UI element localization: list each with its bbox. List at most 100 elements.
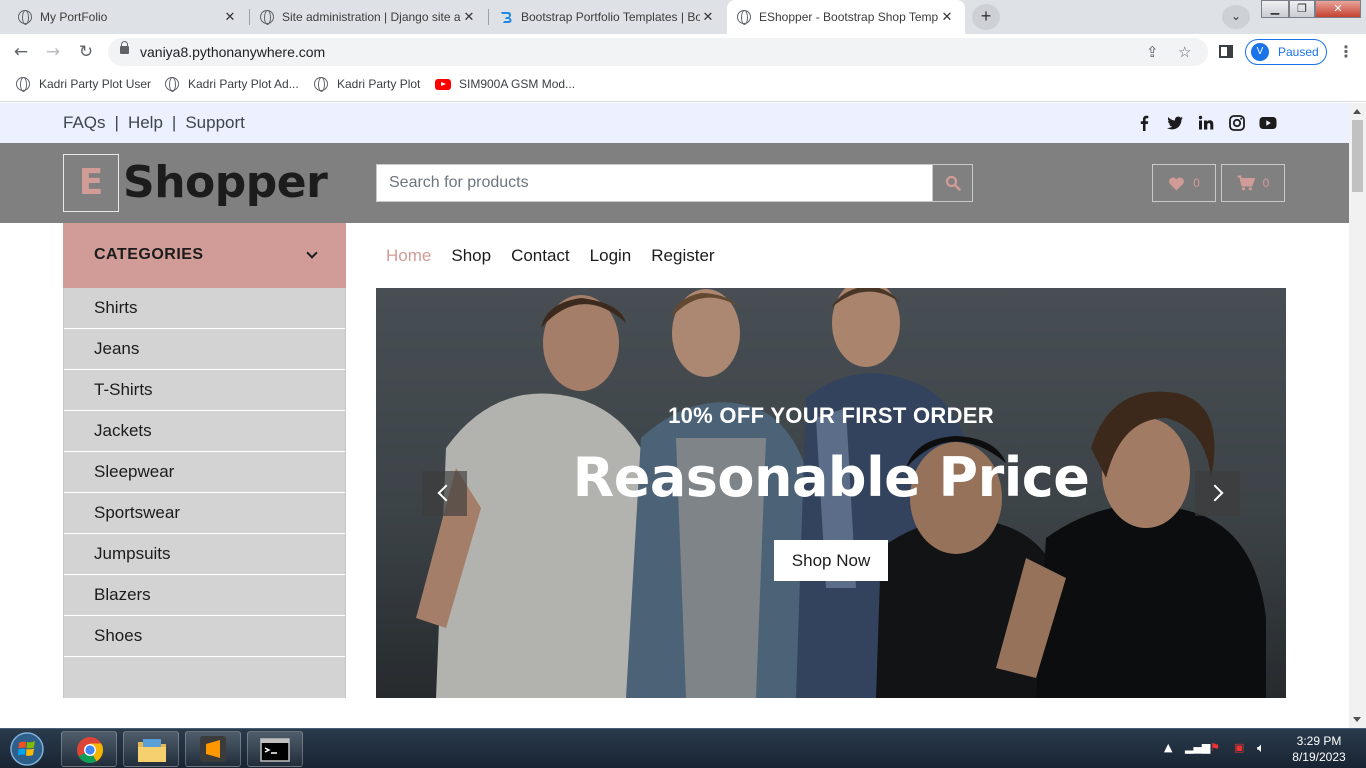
bookmark-item[interactable]: Kadri Party Plot Ad... [165,77,299,92]
top-links: FAQs | Help | Support [63,113,245,133]
category-item[interactable]: Sleepwear [64,452,345,493]
page-scrollbar[interactable] [1349,103,1366,728]
wishlist-button[interactable]: 0 [1152,164,1216,202]
search-input[interactable] [377,165,933,201]
url-text[interactable]: vaniya8.pythonanywhere.com [140,44,325,60]
twitter-icon[interactable] [1166,114,1184,132]
tab-title: My PortFolio [40,10,108,24]
cart-button[interactable]: 0 [1221,164,1285,202]
faqs-link[interactable]: FAQs [63,113,106,133]
category-item[interactable]: Sportswear [64,493,345,534]
taskbar-explorer[interactable] [123,731,179,767]
category-item[interactable]: Jumpsuits [64,534,345,575]
category-item[interactable]: Shoes [64,616,345,657]
profile-button[interactable]: V Paused [1245,39,1327,65]
address-bar[interactable]: vaniya8.pythonanywhere.com ⇪ ☆ [108,38,1208,66]
youtube-icon[interactable] [1259,114,1277,132]
taskbar-cmd[interactable] [247,731,303,767]
category-item[interactable]: Shirts [64,288,345,329]
support-link[interactable]: Support [185,113,245,133]
menu-kebab-icon[interactable]: ⋮ [1338,42,1354,61]
chevron-left-icon [437,484,455,502]
chevron-down-icon [306,247,318,259]
wishlist-count: 0 [1193,176,1200,190]
reload-button[interactable]: ↻ [75,41,97,63]
show-hidden-icons[interactable]: ▲ [1164,741,1172,754]
search-button[interactable] [932,165,972,201]
bookmark-star-icon[interactable]: ☆ [1178,43,1191,61]
scroll-up-icon[interactable] [1353,109,1361,114]
hero-carousel: 10% OFF YOUR FIRST ORDER Reasonable Pric… [376,288,1286,698]
divider: | [171,113,177,132]
logo-text[interactable]: Shopper [123,157,328,208]
taskbar-chrome[interactable] [61,731,117,767]
bookmarks-bar: Kadri Party Plot User Kadri Party Plot A… [0,70,1366,102]
chrome-icon [77,737,104,764]
action-center-icon[interactable]: ⚑ [1210,741,1220,754]
tab-my-portfolio[interactable]: My PortFolio ✕ [8,0,248,34]
linkedin-icon[interactable] [1197,114,1215,132]
shop-now-button[interactable]: Shop Now [774,540,888,581]
forward-button[interactable]: → [42,41,64,63]
nav-shop[interactable]: Shop [451,246,491,266]
side-panel-icon[interactable] [1219,45,1233,58]
bookmark-label: SIM900A GSM Mod... [459,77,576,91]
youtube-icon [435,78,451,90]
facebook-icon[interactable] [1135,114,1153,132]
close-icon[interactable]: ✕ [939,9,955,25]
nav-contact[interactable]: Contact [511,246,570,266]
bookmark-label: Kadri Party Plot User [39,77,152,91]
minimize-button[interactable]: ▁ [1261,0,1289,18]
logo-letter[interactable]: E [63,154,119,212]
scroll-down-icon[interactable] [1353,717,1361,722]
tab-bootstrap-templates[interactable]: Bootstrap Portfolio Templates | Bo ✕ [489,0,726,34]
category-item[interactable]: T-Shirts [64,370,345,411]
carousel-next-button[interactable] [1195,471,1240,516]
page-viewport: FAQs | Help | Support E Shopper Search f… [0,103,1349,728]
share-icon[interactable]: ⇪ [1146,43,1159,61]
volume-icon[interactable]: 🔈︎ [1257,741,1265,756]
bookmark-item[interactable]: Kadri Party Plot [314,77,420,92]
new-tab-button[interactable]: + [972,4,1000,30]
taskbar-sublime[interactable] [185,731,241,767]
start-button[interactable] [5,731,49,767]
nav-home[interactable]: Home [386,246,431,266]
back-button[interactable]: ← [10,41,32,63]
clock-date: 8/19/2023 [1292,750,1346,764]
globe-icon [16,77,30,92]
browser-toolbar: ← → ↻ vaniya8.pythonanywhere.com ⇪ ☆ V P… [0,34,1366,70]
categories-toggle[interactable]: CATEGORIES [63,223,346,288]
scroll-thumb[interactable] [1352,120,1363,192]
category-item[interactable]: Blazers [64,575,345,616]
hero-title: Reasonable Price [572,446,1090,509]
cart-count: 0 [1262,176,1270,190]
category-item[interactable]: Jeans [64,329,345,370]
network-icon[interactable]: ▂▄▆ [1185,741,1210,754]
power-icon[interactable]: ▣ [1234,741,1244,754]
nav-login[interactable]: Login [590,246,632,266]
terminal-icon [260,738,290,762]
bookmark-item[interactable]: SIM900A GSM Mod... [435,77,575,91]
lock-icon[interactable] [120,41,129,54]
social-links [1135,114,1277,132]
main-nav: Home Shop Contact Login Register [386,246,715,266]
system-clock[interactable]: 3:29 PM 8/19/2023 [1284,733,1354,765]
tab-django-admin[interactable]: Site administration | Django site a ✕ [250,0,487,34]
bookmark-item[interactable]: Kadri Party Plot User [16,77,152,92]
instagram-icon[interactable] [1228,114,1246,132]
tab-eshopper[interactable]: EShopper - Bootstrap Shop Temp ✕ [727,0,965,34]
help-link[interactable]: Help [128,113,163,133]
tab-title: Site administration | Django site a [282,10,461,24]
tab-search-button[interactable]: ⌄ [1222,5,1250,29]
category-item[interactable]: Jackets [64,411,345,452]
avatar: V [1251,43,1269,61]
close-icon[interactable]: ✕ [222,9,238,25]
carousel-prev-button[interactable] [422,471,467,516]
nav-register[interactable]: Register [651,246,714,266]
maximize-button[interactable]: ❐ [1289,0,1315,18]
globe-icon [737,10,751,25]
close-icon[interactable]: ✕ [461,9,477,25]
tab-title: EShopper - Bootstrap Shop Temp [759,10,939,24]
close-icon[interactable]: ✕ [700,9,716,25]
window-close-button[interactable]: ✕ [1315,0,1361,18]
